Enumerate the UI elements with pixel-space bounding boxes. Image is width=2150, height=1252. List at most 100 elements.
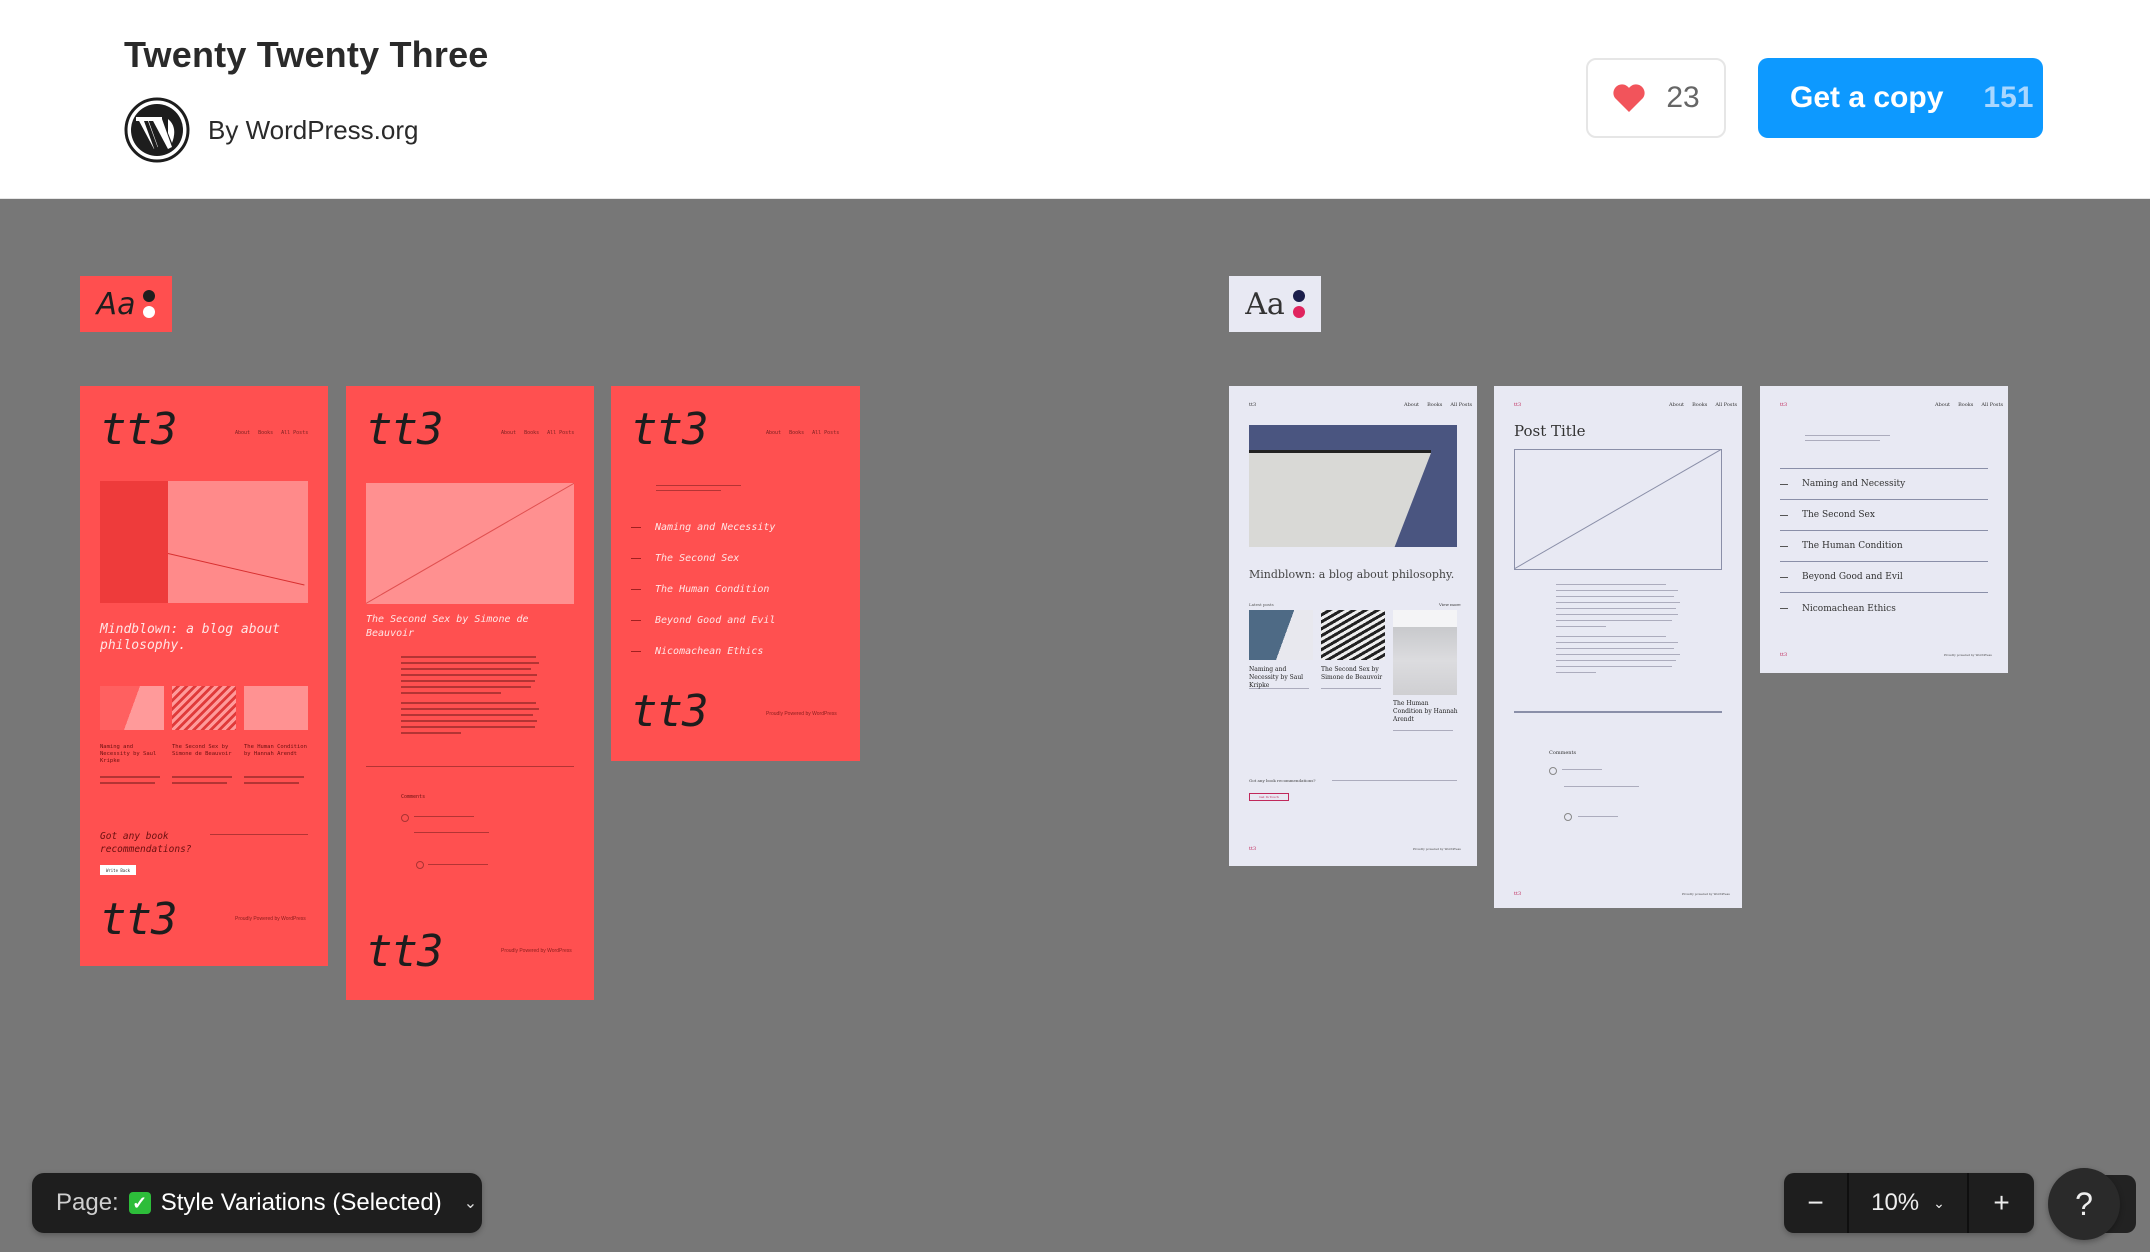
intro-line: [656, 490, 721, 491]
section-view-more[interactable]: View more: [1439, 602, 1461, 607]
nav-item: All Posts: [1715, 402, 1738, 408]
color-dot: [143, 306, 156, 318]
nav-item: Books: [1427, 402, 1443, 408]
comment-line: [1564, 786, 1639, 787]
archive-item[interactable]: The Human Condition: [631, 574, 841, 605]
cta-button[interactable]: Write Back: [100, 865, 136, 875]
archive-item[interactable]: The Second Sex: [631, 543, 841, 574]
excerpt-line: [172, 776, 232, 778]
footer-logo: tt3: [631, 686, 708, 737]
post-thumb: [100, 686, 164, 730]
get-a-copy-label: Get a copy: [1790, 81, 1944, 114]
divider: [210, 834, 308, 835]
footer-logo: tt3: [100, 894, 177, 945]
zoom-level: 10%: [1871, 1189, 1920, 1216]
site-nav: About Books All Posts: [1404, 402, 1472, 408]
page-label: Page:: [56, 1189, 119, 1216]
post-thumb: [172, 686, 236, 730]
color-dot: [1292, 290, 1305, 302]
nav-item: All Posts: [1450, 402, 1473, 408]
get-a-copy-button[interactable]: Get a copy 151: [1758, 58, 2043, 138]
archive-item[interactable]: Nicomachean Ethics: [1780, 593, 1988, 624]
page-selector[interactable]: Page: ✓ Style Variations (Selected) ⌄: [32, 1173, 482, 1233]
color-dot: [143, 290, 156, 302]
wordpress-logo-icon: [124, 97, 190, 163]
archive-item[interactable]: Naming and Necessity: [631, 512, 841, 543]
excerpt-line: [172, 782, 227, 784]
typography-sample: Aa: [96, 286, 136, 322]
footer-logo: tt3: [1514, 891, 1522, 897]
light-archive-frame[interactable]: tt3 About Books All Posts Naming and Nec…: [1760, 386, 2008, 673]
post-title: Naming and Necessity by Saul Kripke: [100, 744, 157, 764]
site-logo: tt3: [1249, 402, 1257, 408]
site-nav: About Books All Posts: [501, 430, 574, 436]
archive-item[interactable]: The Human Condition: [1780, 531, 1988, 562]
site-nav: About Books All Posts: [1935, 402, 2003, 408]
footer-text: Proudly Powered by WordPress: [501, 948, 572, 954]
excerpt-line: [100, 776, 160, 778]
red-post-frame[interactable]: tt3 About Books All Posts The Second Sex…: [346, 386, 594, 1000]
nav-item: Books: [524, 430, 540, 436]
nav-item: All Posts: [1981, 402, 2004, 408]
divider: [1514, 711, 1722, 713]
light-home-frame[interactable]: tt3 About Books All Posts Mindblown: a b…: [1229, 386, 1477, 866]
footer-text: Proudly Powered by WordPress: [235, 916, 306, 922]
style-chip-light[interactable]: Aa: [1229, 276, 1321, 332]
file-header: Twenty Twenty Three By WordPress.org 23 …: [0, 0, 2150, 199]
nav-item: Books: [1958, 402, 1974, 408]
archive-item[interactable]: Beyond Good and Evil: [631, 605, 841, 636]
zoom-level-dropdown[interactable]: 10% ⌄: [1849, 1173, 1969, 1233]
help-button[interactable]: ?: [2048, 1168, 2120, 1240]
cta-heading: Got any book recommendations?: [1249, 778, 1316, 783]
light-post-frame[interactable]: tt3 About Books All Posts Post Title Com…: [1494, 386, 1742, 908]
site-logo: tt3: [1780, 402, 1788, 408]
archive-item[interactable]: Beyond Good and Evil: [1780, 562, 1988, 593]
footer-text: Proudly powered by WordPress: [1413, 847, 1461, 851]
cta-heading: Got any book recommendations?: [100, 831, 192, 855]
excerpt-line: [1321, 688, 1381, 689]
cta-button[interactable]: Get In Touch: [1249, 793, 1289, 801]
archive-item[interactable]: Nicomachean Ethics: [631, 636, 841, 667]
post-body: [1556, 584, 1681, 673]
zoom-in-button[interactable]: +: [1969, 1173, 2034, 1233]
author-name: By WordPress.org: [208, 114, 419, 145]
intro-line: [656, 485, 741, 486]
comment-line: [1578, 816, 1618, 817]
hero-headline: Mindblown: a blog about philosophy.: [1249, 568, 1455, 581]
post-title: The Second Sex by Simone de Beauvoir: [1321, 666, 1383, 681]
red-archive-frame[interactable]: tt3 About Books All Posts Naming and Nec…: [611, 386, 860, 761]
like-button[interactable]: 23: [1586, 58, 1726, 138]
color-dot: [1292, 306, 1305, 318]
archive-item[interactable]: Naming and Necessity: [1780, 469, 1988, 500]
footer-logo: tt3: [1780, 652, 1788, 658]
nav-item: Books: [789, 430, 805, 436]
section-latest: Latest posts: [1249, 602, 1274, 607]
nav-item: All Posts: [812, 430, 840, 436]
excerpt-line: [1393, 730, 1453, 731]
nav-item: About: [235, 430, 251, 436]
archive-item[interactable]: The Second Sex: [1780, 500, 1988, 531]
zoom-controls: − 10% ⌄ +: [1784, 1173, 2034, 1233]
comment-avatar: [401, 814, 409, 822]
footer-text: Proudly powered by WordPress: [1944, 653, 1992, 657]
divider: [1332, 780, 1457, 781]
heart-icon: [1613, 84, 1645, 112]
nav-item: Books: [1692, 402, 1708, 408]
nav-item: Books: [258, 430, 274, 436]
hero-headline: Mindblown: a blog about philosophy.: [100, 622, 281, 653]
post-body: [401, 656, 541, 734]
hero-image: [100, 481, 308, 603]
footer-text: Proudly Powered by WordPress: [766, 711, 837, 717]
chevron-down-icon: ⌄: [1933, 1194, 1945, 1211]
style-chip-red[interactable]: Aa: [80, 276, 172, 332]
site-logo: tt3: [631, 404, 708, 455]
zoom-out-button[interactable]: −: [1784, 1173, 1849, 1233]
nav-item: All Posts: [547, 430, 575, 436]
chevron-down-icon: ⌄: [463, 1195, 478, 1212]
footer-text: Proudly powered by WordPress: [1682, 892, 1730, 896]
author-row[interactable]: By WordPress.org: [124, 97, 418, 163]
red-home-frame[interactable]: tt3 About Books All Posts Mindblown: a b…: [80, 386, 328, 966]
comment-line: [414, 816, 474, 817]
post-title: The Second Sex by Simone de Beauvoir: [366, 614, 529, 639]
hero-image: [1249, 425, 1457, 547]
